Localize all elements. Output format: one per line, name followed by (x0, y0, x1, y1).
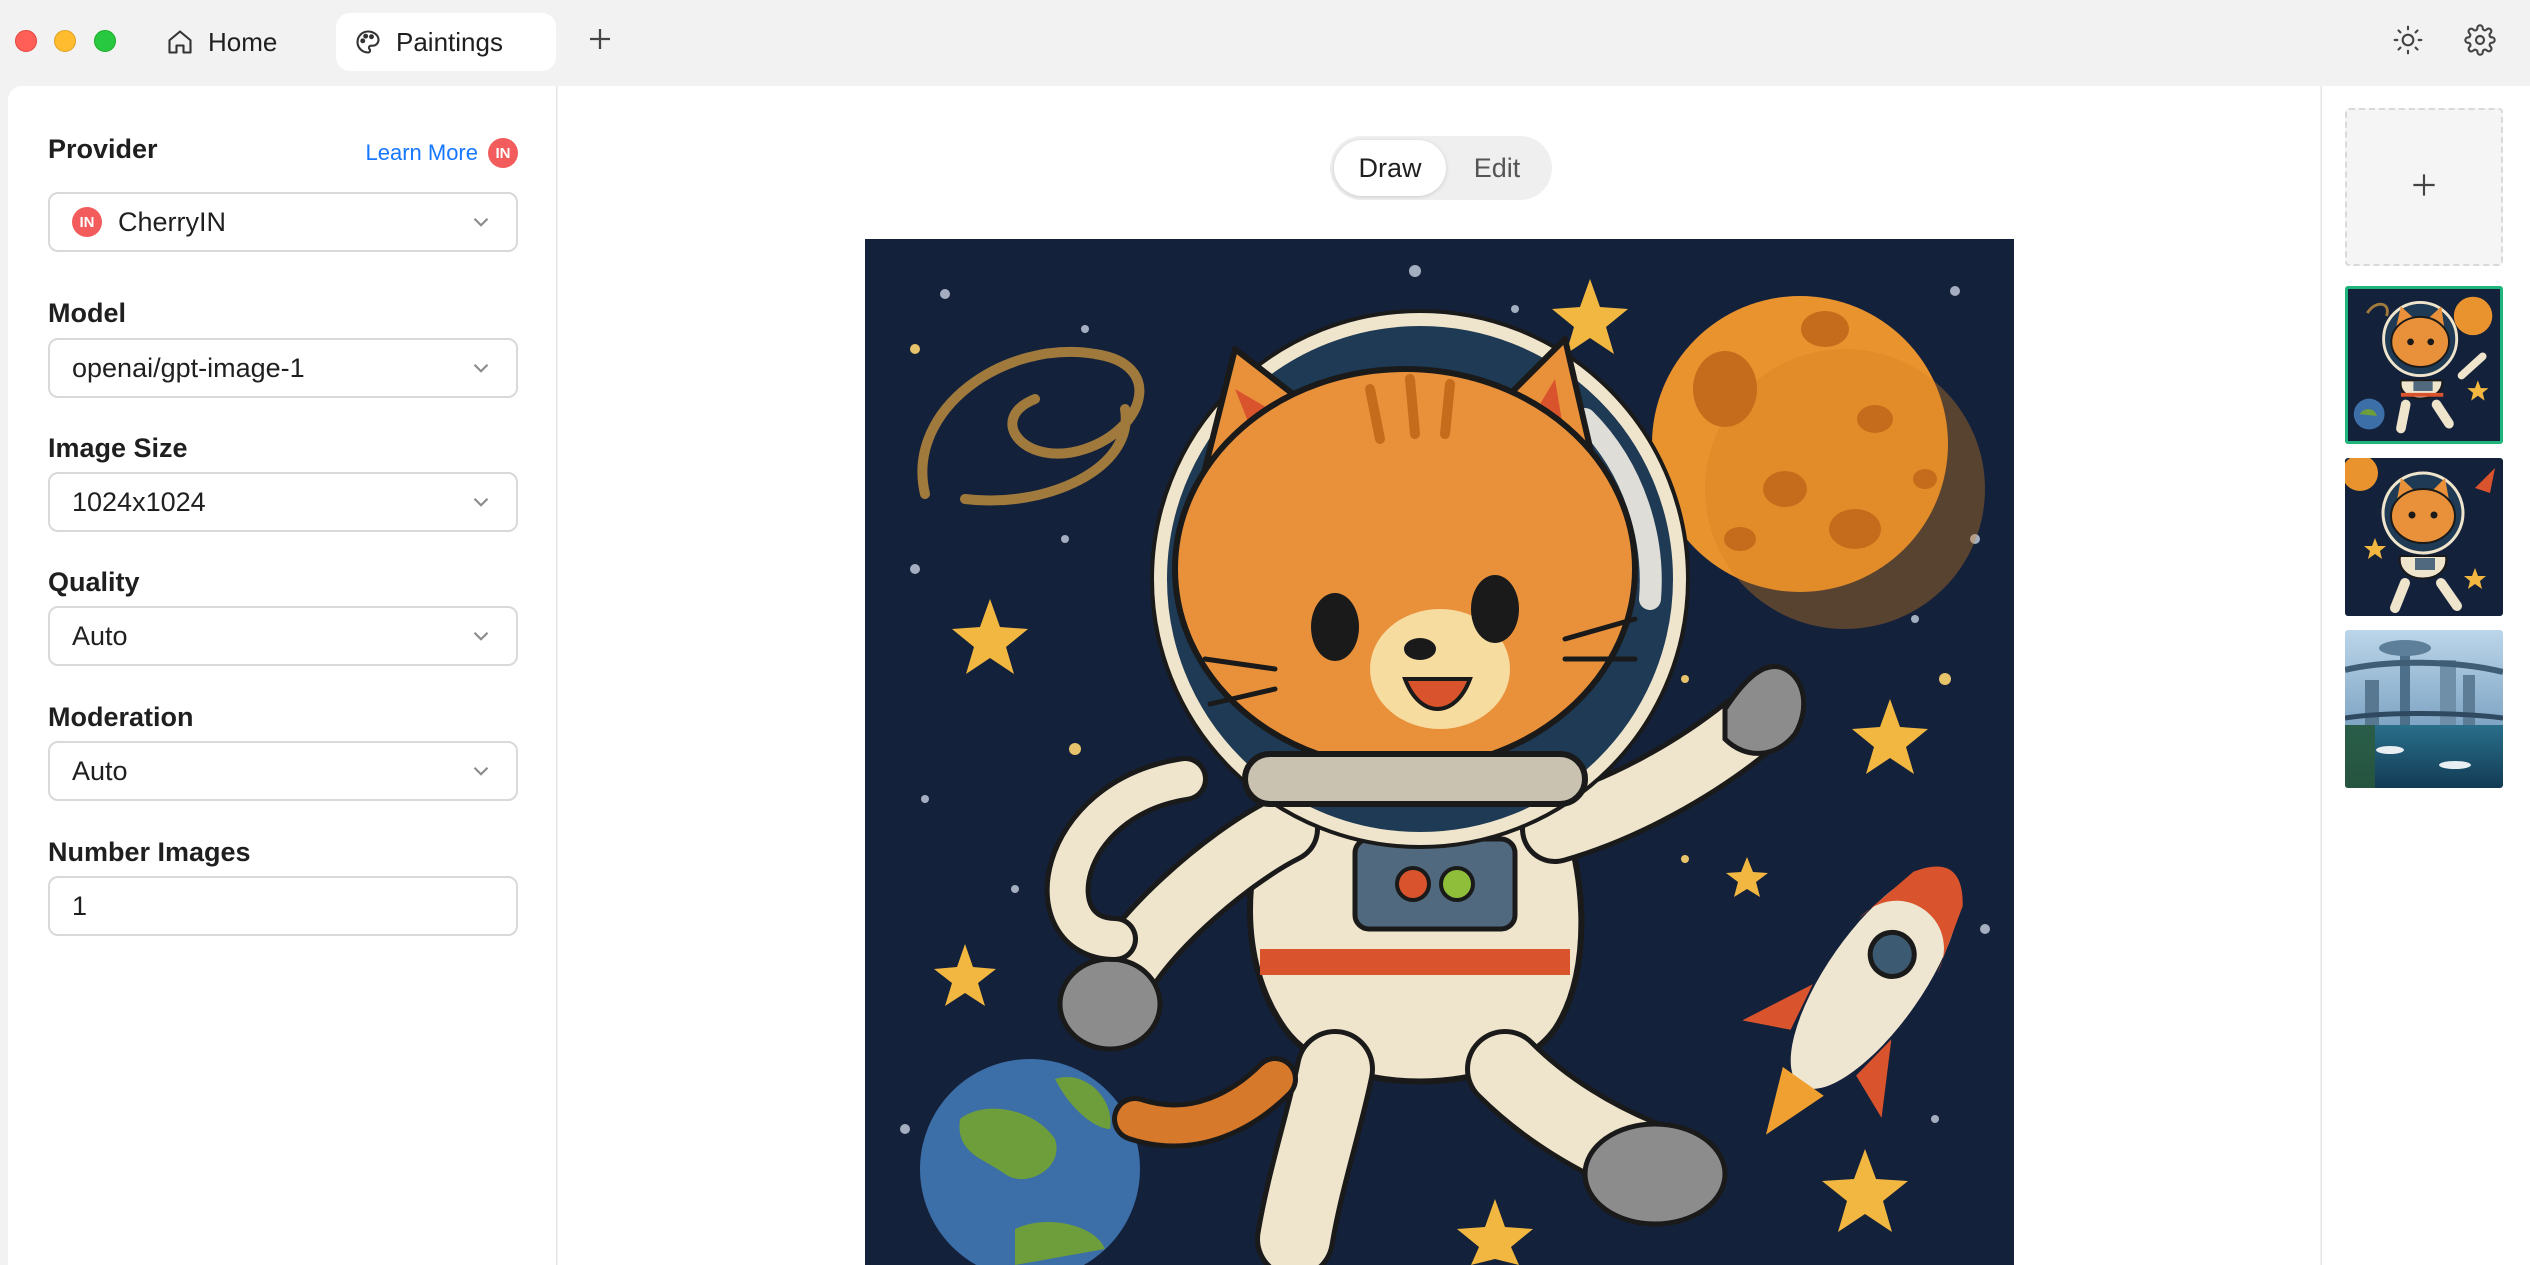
gallery-thumbnail[interactable] (2345, 458, 2503, 616)
model-value: openai/gpt-image-1 (72, 352, 305, 383)
gear-icon (2464, 23, 2496, 61)
tab-home[interactable]: Home (158, 13, 288, 71)
learn-more-link[interactable]: Learn More IN (365, 138, 518, 168)
plus-icon (2408, 169, 2440, 206)
number-images-input[interactable]: 1 (48, 876, 518, 936)
home-icon (166, 28, 194, 56)
moderation-value: Auto (72, 755, 128, 786)
canvas-area: Draw Edit (558, 86, 2320, 1265)
cherryin-logo-icon: IN (488, 138, 518, 168)
tab-home-label: Home (208, 26, 278, 57)
zoom-window-button[interactable] (94, 30, 116, 52)
settings-panel: Provider Learn More IN IN CherryIN Model… (8, 86, 557, 1265)
tab-paintings-label: Paintings (396, 26, 503, 57)
gallery-panel (2321, 86, 2530, 1265)
chevron-down-icon (468, 489, 494, 515)
plus-icon (585, 24, 615, 59)
quality-label: Quality (48, 567, 140, 597)
provider-label: Provider (48, 134, 158, 164)
provider-select[interactable]: IN CherryIN (48, 192, 518, 252)
gallery-thumbnail[interactable] (2345, 630, 2503, 788)
number-images-label: Number Images (48, 837, 251, 867)
sun-icon (2392, 24, 2424, 61)
chevron-down-icon (468, 623, 494, 649)
image-size-select[interactable]: 1024x1024 (48, 472, 518, 532)
title-bar: Home Paintings (0, 0, 2530, 84)
chevron-down-icon (468, 209, 494, 235)
provider-value: CherryIN (118, 206, 227, 237)
quality-select[interactable]: Auto (48, 606, 518, 666)
model-select[interactable]: openai/gpt-image-1 (48, 338, 518, 398)
settings-button[interactable] (2462, 23, 2498, 61)
image-size-label: Image Size (48, 433, 188, 463)
model-label: Model (48, 298, 126, 328)
minimize-window-button[interactable] (54, 30, 76, 52)
number-images-value: 1 (72, 890, 88, 921)
chevron-down-icon (468, 758, 494, 784)
chevron-down-icon (468, 355, 494, 381)
mode-draw-tab[interactable]: Draw (1334, 140, 1446, 196)
cherryin-logo-icon: IN (72, 207, 102, 237)
gallery-thumbnail[interactable] (2345, 286, 2503, 444)
moderation-label: Moderation (48, 702, 194, 732)
theme-toggle-button[interactable] (2390, 24, 2426, 60)
mode-switch: Draw Edit (1330, 136, 1552, 200)
moderation-select[interactable]: Auto (48, 741, 518, 801)
close-window-button[interactable] (15, 30, 37, 52)
image-size-value: 1024x1024 (72, 486, 206, 517)
quality-value: Auto (72, 620, 128, 651)
mode-edit-tab[interactable]: Edit (1446, 140, 1548, 196)
add-tab-button[interactable] (583, 24, 617, 58)
new-image-button[interactable] (2345, 108, 2503, 266)
palette-icon (354, 28, 382, 56)
tab-paintings[interactable]: Paintings (336, 13, 556, 71)
generated-image[interactable] (865, 239, 2014, 1265)
learn-more-text: Learn More (365, 140, 478, 165)
